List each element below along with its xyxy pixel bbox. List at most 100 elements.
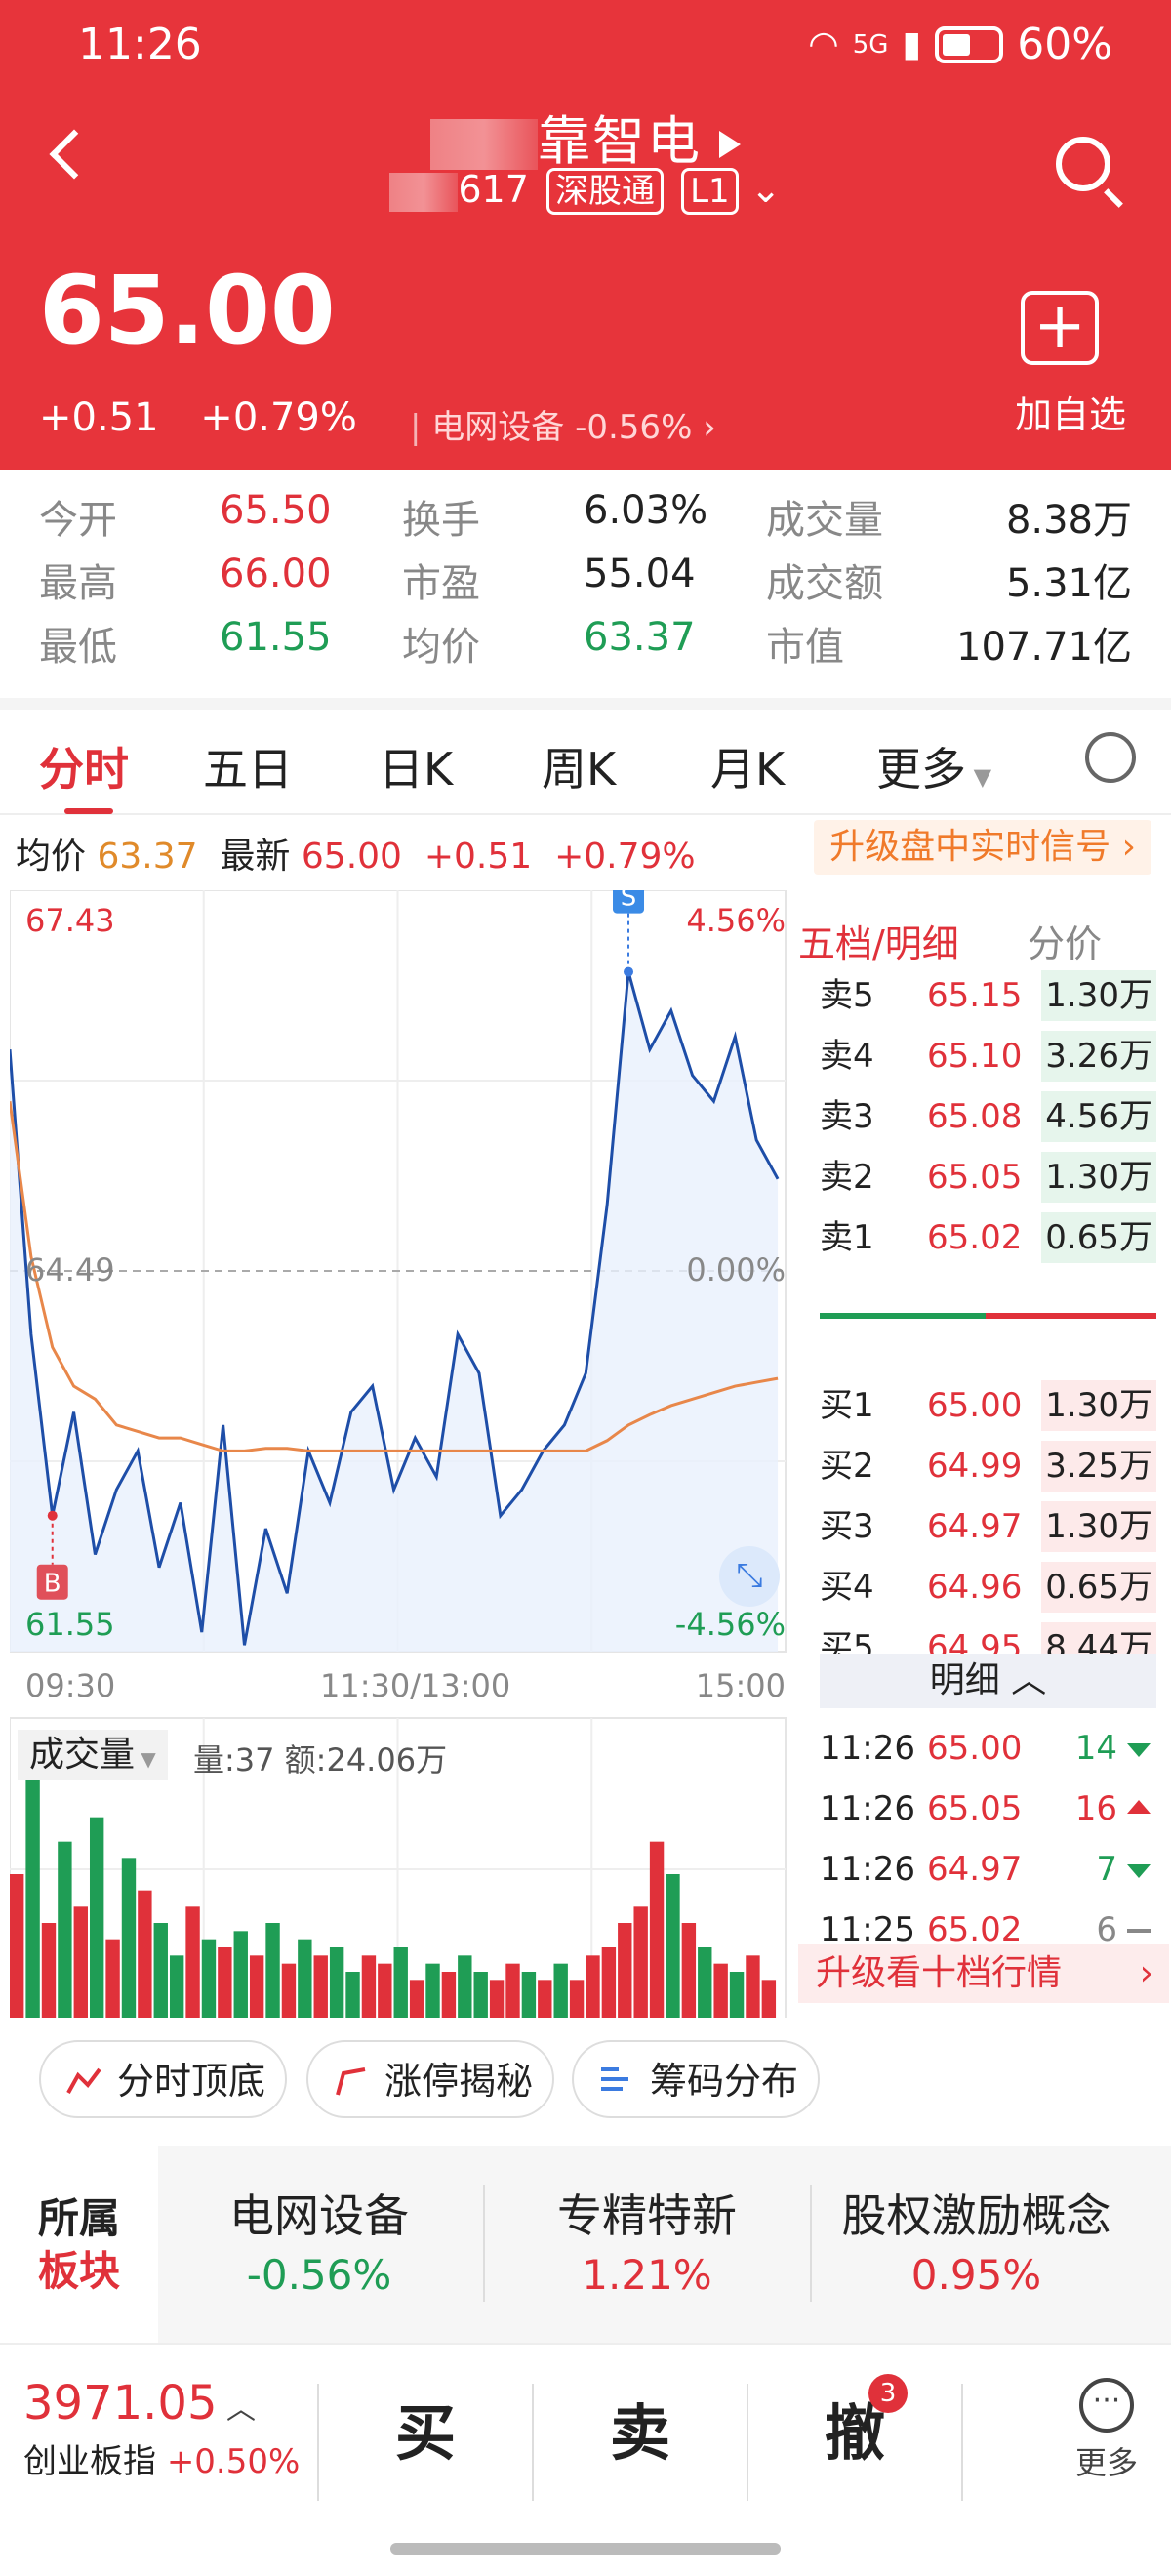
upgrade-signal-button[interactable]: 升级盘中实时信号 ›: [814, 820, 1151, 875]
tool-label-2: 涨停揭秘: [384, 2060, 534, 2103]
volume-bar: [313, 1955, 328, 2021]
level-label: 卖1: [820, 1218, 874, 1257]
current-price: 65.00: [39, 256, 336, 365]
divider: [483, 2185, 485, 2302]
volume-bar: [58, 1841, 72, 2021]
fullscreen-icon[interactable]: ⤡: [719, 1546, 780, 1607]
x-label-close: 15:00: [695, 1667, 786, 1704]
tab-more[interactable]: 更多 ▼: [876, 734, 991, 798]
caret-down-icon: ▼: [966, 763, 992, 791]
level-label: 买2: [820, 1447, 874, 1486]
cancel-button[interactable]: 撤3: [787, 2374, 923, 2472]
volume-bar: [138, 1890, 152, 2021]
volume-bar: [25, 1777, 40, 2021]
redacted-blur: [430, 119, 538, 171]
status-time: 11:26: [78, 20, 202, 69]
chevron-up-icon: ︿: [1011, 1660, 1047, 1700]
level-volume: 0.65万: [1041, 1212, 1156, 1263]
tab-price-dist[interactable]: 分价: [1028, 914, 1102, 967]
play-icon[interactable]: [719, 131, 741, 159]
bid-row[interactable]: 买3 64.97 1.30万: [820, 1501, 1156, 1552]
bottom-bar: 3971.05 ︿ 创业板指 +0.50% 买 卖 撤3 ··· 更多: [0, 2343, 1171, 2576]
mcap-label: 市值: [766, 625, 844, 670]
volume-bar: [505, 1963, 520, 2021]
volume-bar: [538, 1980, 552, 2021]
flat-icon: [1127, 1929, 1151, 1933]
tool-limit-up[interactable]: 涨停揭秘: [306, 2040, 555, 2118]
volume-bar: [361, 1955, 377, 2021]
tab-monthly[interactable]: 月K: [710, 734, 785, 798]
block-name: 股权激励概念: [841, 2189, 1111, 2242]
stock-header: 11:26 ◠ 5G ▮ 60% 靠智电 617 深股通 L1 ⌄ 65.00 …: [0, 0, 1171, 470]
sell-marker-dot: [624, 966, 634, 977]
level-volume: 1.30万: [1041, 1380, 1156, 1431]
ask-row[interactable]: 卖5 65.15 1.30万: [820, 970, 1156, 1021]
divider: [747, 2384, 748, 2501]
vol-value: 8.38万: [1005, 498, 1132, 543]
trade-tick-row: 11:26 65.00 14: [820, 1720, 1156, 1777]
battery-pct: 60%: [1017, 20, 1112, 69]
chevron-down-icon[interactable]: ⌄: [750, 168, 782, 211]
add-watch-label[interactable]: 加自选: [1015, 385, 1126, 438]
level-label: 买1: [820, 1386, 874, 1425]
tab-intraday[interactable]: 分时: [39, 734, 129, 814]
upgrade-level10-button[interactable]: 升级看十档行情 ›: [798, 1944, 1169, 2003]
volume-bar: [218, 1947, 232, 2021]
ask-row[interactable]: 卖2 65.05 1.30万: [820, 1152, 1156, 1203]
tool-intraday-top-bottom[interactable]: 分时顶底: [39, 2040, 288, 2118]
block-name: 专精特新: [557, 2189, 737, 2242]
index-pct: +0.50%: [166, 2442, 301, 2481]
tool-chip-distribution[interactable]: 筹码分布: [572, 2040, 821, 2118]
bid-row[interactable]: 买4 64.96 0.65万: [820, 1562, 1156, 1613]
index-ticker[interactable]: 3971.05 ︿ 创业板指 +0.50%: [23, 2376, 300, 2482]
bid-row[interactable]: 买1 65.00 1.30万: [820, 1380, 1156, 1431]
sell-button[interactable]: 卖: [572, 2384, 708, 2472]
amount-label: 成交额: [766, 561, 883, 606]
level-volume: 1.30万: [1041, 1501, 1156, 1552]
add-watch-icon[interactable]: +: [1021, 291, 1099, 365]
high-value: 66.00: [220, 552, 332, 596]
level-volume: 1.30万: [1041, 970, 1156, 1021]
bid-row[interactable]: 买2 64.99 3.25万: [820, 1441, 1156, 1492]
tab-daily[interactable]: 日K: [379, 734, 453, 798]
block-item[interactable]: 电网设备 -0.56%: [158, 2181, 480, 2299]
block-item[interactable]: 专精特新 1.21%: [486, 2181, 808, 2299]
balance-bar-green: [820, 1313, 986, 1319]
tick-time: 11:26: [820, 1789, 915, 1828]
level-price: 65.15: [927, 976, 1023, 1015]
tick-time: 11:26: [820, 1729, 915, 1768]
tab-5day[interactable]: 五日: [203, 734, 293, 798]
detail-toggle[interactable]: 明细 ︿: [820, 1654, 1156, 1708]
sell-marker-label: S: [621, 890, 637, 913]
open-value: 65.50: [220, 488, 332, 533]
tag-hk-connect: 深股通: [546, 168, 664, 215]
y-bottom-label: 61.55: [25, 1606, 115, 1643]
stock-title[interactable]: 靠智电: [0, 98, 1171, 175]
tool-pills: 分时顶底 涨停揭秘 筹码分布: [0, 2040, 1171, 2128]
volume-bar: [233, 1931, 248, 2021]
x-label-mid: 11:30/13:00: [320, 1667, 511, 1704]
ask-row[interactable]: 卖4 65.10 3.26万: [820, 1031, 1156, 1082]
tab-orderbook[interactable]: 五档/明细: [798, 914, 959, 967]
price-area-fill: [10, 971, 779, 1652]
volume-bar: [185, 1906, 200, 2021]
search-icon[interactable]: [1056, 137, 1110, 191]
redacted-blur-code: [389, 172, 459, 212]
volume-bar: [746, 1955, 760, 2021]
block-item[interactable]: 股权激励概念 0.95%: [813, 2181, 1140, 2299]
buy-button[interactable]: 买: [357, 2384, 494, 2472]
turnover-label: 换手: [402, 498, 480, 543]
volume-selector[interactable]: 成交量 ▼: [18, 1730, 168, 1780]
avg-label: 均价: [402, 625, 480, 670]
volume-bars: [10, 1777, 777, 2021]
sector-link[interactable]: | 电网设备 -0.56% ›: [410, 400, 716, 448]
more-button[interactable]: ··· 更多: [1075, 2378, 1138, 2483]
settings-icon[interactable]: [1085, 732, 1136, 783]
level-price: 64.96: [927, 1568, 1023, 1607]
intraday-chart[interactable]: SB 67.43 4.56% 64.49 0.00% 61.55 -4.56% …: [8, 878, 795, 2022]
ask-row[interactable]: 卖1 65.02 0.65万: [820, 1212, 1156, 1263]
level-label: 卖2: [820, 1158, 874, 1197]
tab-weekly[interactable]: 周K: [542, 734, 616, 798]
ask-row[interactable]: 卖3 65.08 4.56万: [820, 1091, 1156, 1142]
volume-bar: [441, 1972, 457, 2021]
